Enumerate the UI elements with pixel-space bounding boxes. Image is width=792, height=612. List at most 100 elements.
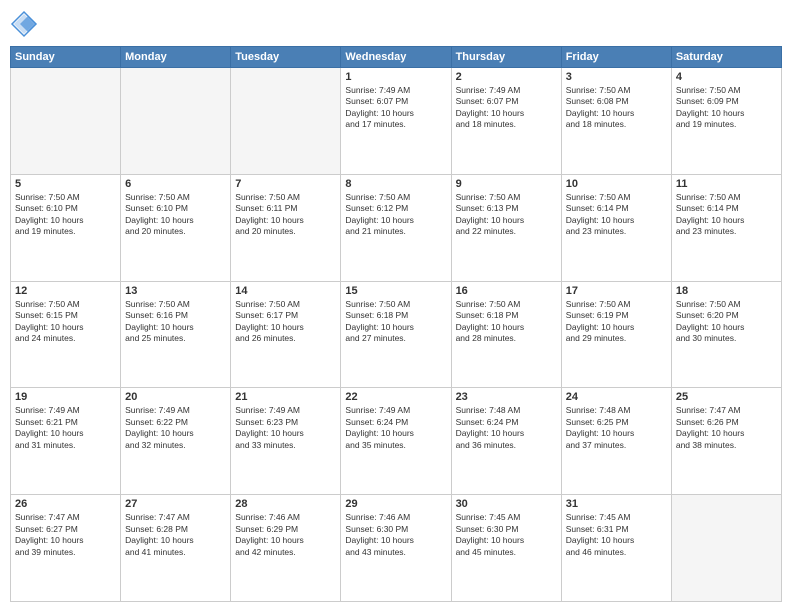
calendar-cell: 20 Sunrise: 7:49 AM Sunset: 6:22 PM Dayli… (121, 388, 231, 495)
day-info: Sunrise: 7:47 AM Sunset: 6:26 PM Dayligh… (676, 405, 777, 451)
day-info: Sunrise: 7:50 AM Sunset: 6:10 PM Dayligh… (15, 192, 116, 238)
day-number: 7 (235, 178, 336, 190)
day-info: Sunrise: 7:49 AM Sunset: 6:22 PM Dayligh… (125, 405, 226, 451)
day-number: 10 (566, 178, 667, 190)
day-number: 11 (676, 178, 777, 190)
day-info: Sunrise: 7:50 AM Sunset: 6:08 PM Dayligh… (566, 85, 667, 131)
logo (10, 10, 42, 38)
weekday-header: Tuesday (231, 47, 341, 68)
weekday-header: Thursday (451, 47, 561, 68)
day-number: 23 (456, 391, 557, 403)
day-info: Sunrise: 7:50 AM Sunset: 6:20 PM Dayligh… (676, 299, 777, 345)
day-number: 22 (345, 391, 446, 403)
day-info: Sunrise: 7:50 AM Sunset: 6:13 PM Dayligh… (456, 192, 557, 238)
day-info: Sunrise: 7:49 AM Sunset: 6:23 PM Dayligh… (235, 405, 336, 451)
calendar-cell: 13 Sunrise: 7:50 AM Sunset: 6:16 PM Dayli… (121, 281, 231, 388)
page: SundayMondayTuesdayWednesdayThursdayFrid… (0, 0, 792, 612)
weekday-header: Saturday (671, 47, 781, 68)
calendar-cell: 29 Sunrise: 7:46 AM Sunset: 6:30 PM Dayli… (341, 495, 451, 602)
day-info: Sunrise: 7:48 AM Sunset: 6:25 PM Dayligh… (566, 405, 667, 451)
day-number: 26 (15, 498, 116, 510)
day-number: 2 (456, 71, 557, 83)
calendar-cell: 30 Sunrise: 7:45 AM Sunset: 6:30 PM Dayli… (451, 495, 561, 602)
day-info: Sunrise: 7:50 AM Sunset: 6:17 PM Dayligh… (235, 299, 336, 345)
day-number: 9 (456, 178, 557, 190)
day-info: Sunrise: 7:50 AM Sunset: 6:11 PM Dayligh… (235, 192, 336, 238)
day-info: Sunrise: 7:50 AM Sunset: 6:16 PM Dayligh… (125, 299, 226, 345)
day-number: 20 (125, 391, 226, 403)
day-number: 30 (456, 498, 557, 510)
calendar-cell: 17Sunrise: 7:50 AM Sunset: 6:19 PM Dayli… (561, 281, 671, 388)
day-number: 21 (235, 391, 336, 403)
day-info: Sunrise: 7:48 AM Sunset: 6:24 PM Dayligh… (456, 405, 557, 451)
day-number: 14 (235, 285, 336, 297)
day-info: Sunrise: 7:45 AM Sunset: 6:31 PM Dayligh… (566, 512, 667, 558)
calendar-cell: 31 Sunrise: 7:45 AM Sunset: 6:31 PM Dayli… (561, 495, 671, 602)
calendar-cell: 16 Sunrise: 7:50 AM Sunset: 6:18 PM Dayli… (451, 281, 561, 388)
day-info: Sunrise: 7:46 AM Sunset: 6:30 PM Dayligh… (345, 512, 446, 558)
calendar-cell: 15Sunrise: 7:50 AM Sunset: 6:18 PM Dayli… (341, 281, 451, 388)
calendar-cell: 11 Sunrise: 7:50 AM Sunset: 6:14 PM Dayli… (671, 174, 781, 281)
calendar-cell: 14 Sunrise: 7:50 AM Sunset: 6:17 PM Dayli… (231, 281, 341, 388)
day-info: Sunrise: 7:50 AM Sunset: 6:12 PM Dayligh… (345, 192, 446, 238)
day-number: 6 (125, 178, 226, 190)
calendar-cell: 26 Sunrise: 7:47 AM Sunset: 6:27 PM Dayli… (11, 495, 121, 602)
calendar-cell: 1 Sunrise: 7:49 AM Sunset: 6:07 PM Daylig… (341, 68, 451, 175)
day-number: 13 (125, 285, 226, 297)
calendar-cell (231, 68, 341, 175)
day-info: Sunrise: 7:47 AM Sunset: 6:28 PM Dayligh… (125, 512, 226, 558)
day-info: Sunrise: 7:50 AM Sunset: 6:18 PM Dayligh… (456, 299, 557, 345)
calendar-cell: 8 Sunrise: 7:50 AM Sunset: 6:12 PM Daylig… (341, 174, 451, 281)
day-number: 17 (566, 285, 667, 297)
day-number: 27 (125, 498, 226, 510)
day-number: 15 (345, 285, 446, 297)
calendar-cell (121, 68, 231, 175)
day-number: 31 (566, 498, 667, 510)
weekday-header: Sunday (11, 47, 121, 68)
day-number: 16 (456, 285, 557, 297)
header (10, 10, 782, 38)
day-number: 29 (345, 498, 446, 510)
calendar-cell: 27 Sunrise: 7:47 AM Sunset: 6:28 PM Dayli… (121, 495, 231, 602)
day-info: Sunrise: 7:49 AM Sunset: 6:07 PM Dayligh… (345, 85, 446, 131)
day-info: Sunrise: 7:50 AM Sunset: 6:09 PM Dayligh… (676, 85, 777, 131)
calendar-cell: 2 Sunrise: 7:49 AM Sunset: 6:07 PM Daylig… (451, 68, 561, 175)
calendar-cell: 19 Sunrise: 7:49 AM Sunset: 6:21 PM Dayli… (11, 388, 121, 495)
day-info: Sunrise: 7:46 AM Sunset: 6:29 PM Dayligh… (235, 512, 336, 558)
calendar-cell (671, 495, 781, 602)
weekday-header: Wednesday (341, 47, 451, 68)
calendar-cell: 10 Sunrise: 7:50 AM Sunset: 6:14 PM Dayli… (561, 174, 671, 281)
day-info: Sunrise: 7:50 AM Sunset: 6:15 PM Dayligh… (15, 299, 116, 345)
day-number: 5 (15, 178, 116, 190)
day-info: Sunrise: 7:45 AM Sunset: 6:30 PM Dayligh… (456, 512, 557, 558)
calendar-cell: 22Sunrise: 7:49 AM Sunset: 6:24 PM Dayli… (341, 388, 451, 495)
day-info: Sunrise: 7:50 AM Sunset: 6:14 PM Dayligh… (566, 192, 667, 238)
calendar-cell: 23 Sunrise: 7:48 AM Sunset: 6:24 PM Dayli… (451, 388, 561, 495)
day-info: Sunrise: 7:49 AM Sunset: 6:21 PM Dayligh… (15, 405, 116, 451)
day-number: 25 (676, 391, 777, 403)
day-number: 28 (235, 498, 336, 510)
calendar-cell: 25 Sunrise: 7:47 AM Sunset: 6:26 PM Dayli… (671, 388, 781, 495)
day-info: Sunrise: 7:50 AM Sunset: 6:14 PM Dayligh… (676, 192, 777, 238)
calendar-cell: 5 Sunrise: 7:50 AM Sunset: 6:10 PM Daylig… (11, 174, 121, 281)
day-number: 24 (566, 391, 667, 403)
weekday-header: Monday (121, 47, 231, 68)
calendar-cell: 24 Sunrise: 7:48 AM Sunset: 6:25 PM Dayli… (561, 388, 671, 495)
day-number: 18 (676, 285, 777, 297)
weekday-header: Friday (561, 47, 671, 68)
calendar-cell: 21 Sunrise: 7:49 AM Sunset: 6:23 PM Dayli… (231, 388, 341, 495)
calendar-cell: 7 Sunrise: 7:50 AM Sunset: 6:11 PM Daylig… (231, 174, 341, 281)
day-number: 12 (15, 285, 116, 297)
day-number: 4 (676, 71, 777, 83)
day-number: 1 (345, 71, 446, 83)
calendar-table: SundayMondayTuesdayWednesdayThursdayFrid… (10, 46, 782, 602)
day-number: 19 (15, 391, 116, 403)
calendar-cell (11, 68, 121, 175)
day-info: Sunrise: 7:47 AM Sunset: 6:27 PM Dayligh… (15, 512, 116, 558)
day-number: 3 (566, 71, 667, 83)
calendar-cell: 18 Sunrise: 7:50 AM Sunset: 6:20 PM Dayli… (671, 281, 781, 388)
day-number: 8 (345, 178, 446, 190)
day-info: Sunrise: 7:49 AM Sunset: 6:07 PM Dayligh… (456, 85, 557, 131)
day-info: Sunrise: 7:50 AM Sunset: 6:10 PM Dayligh… (125, 192, 226, 238)
logo-icon (10, 10, 38, 38)
